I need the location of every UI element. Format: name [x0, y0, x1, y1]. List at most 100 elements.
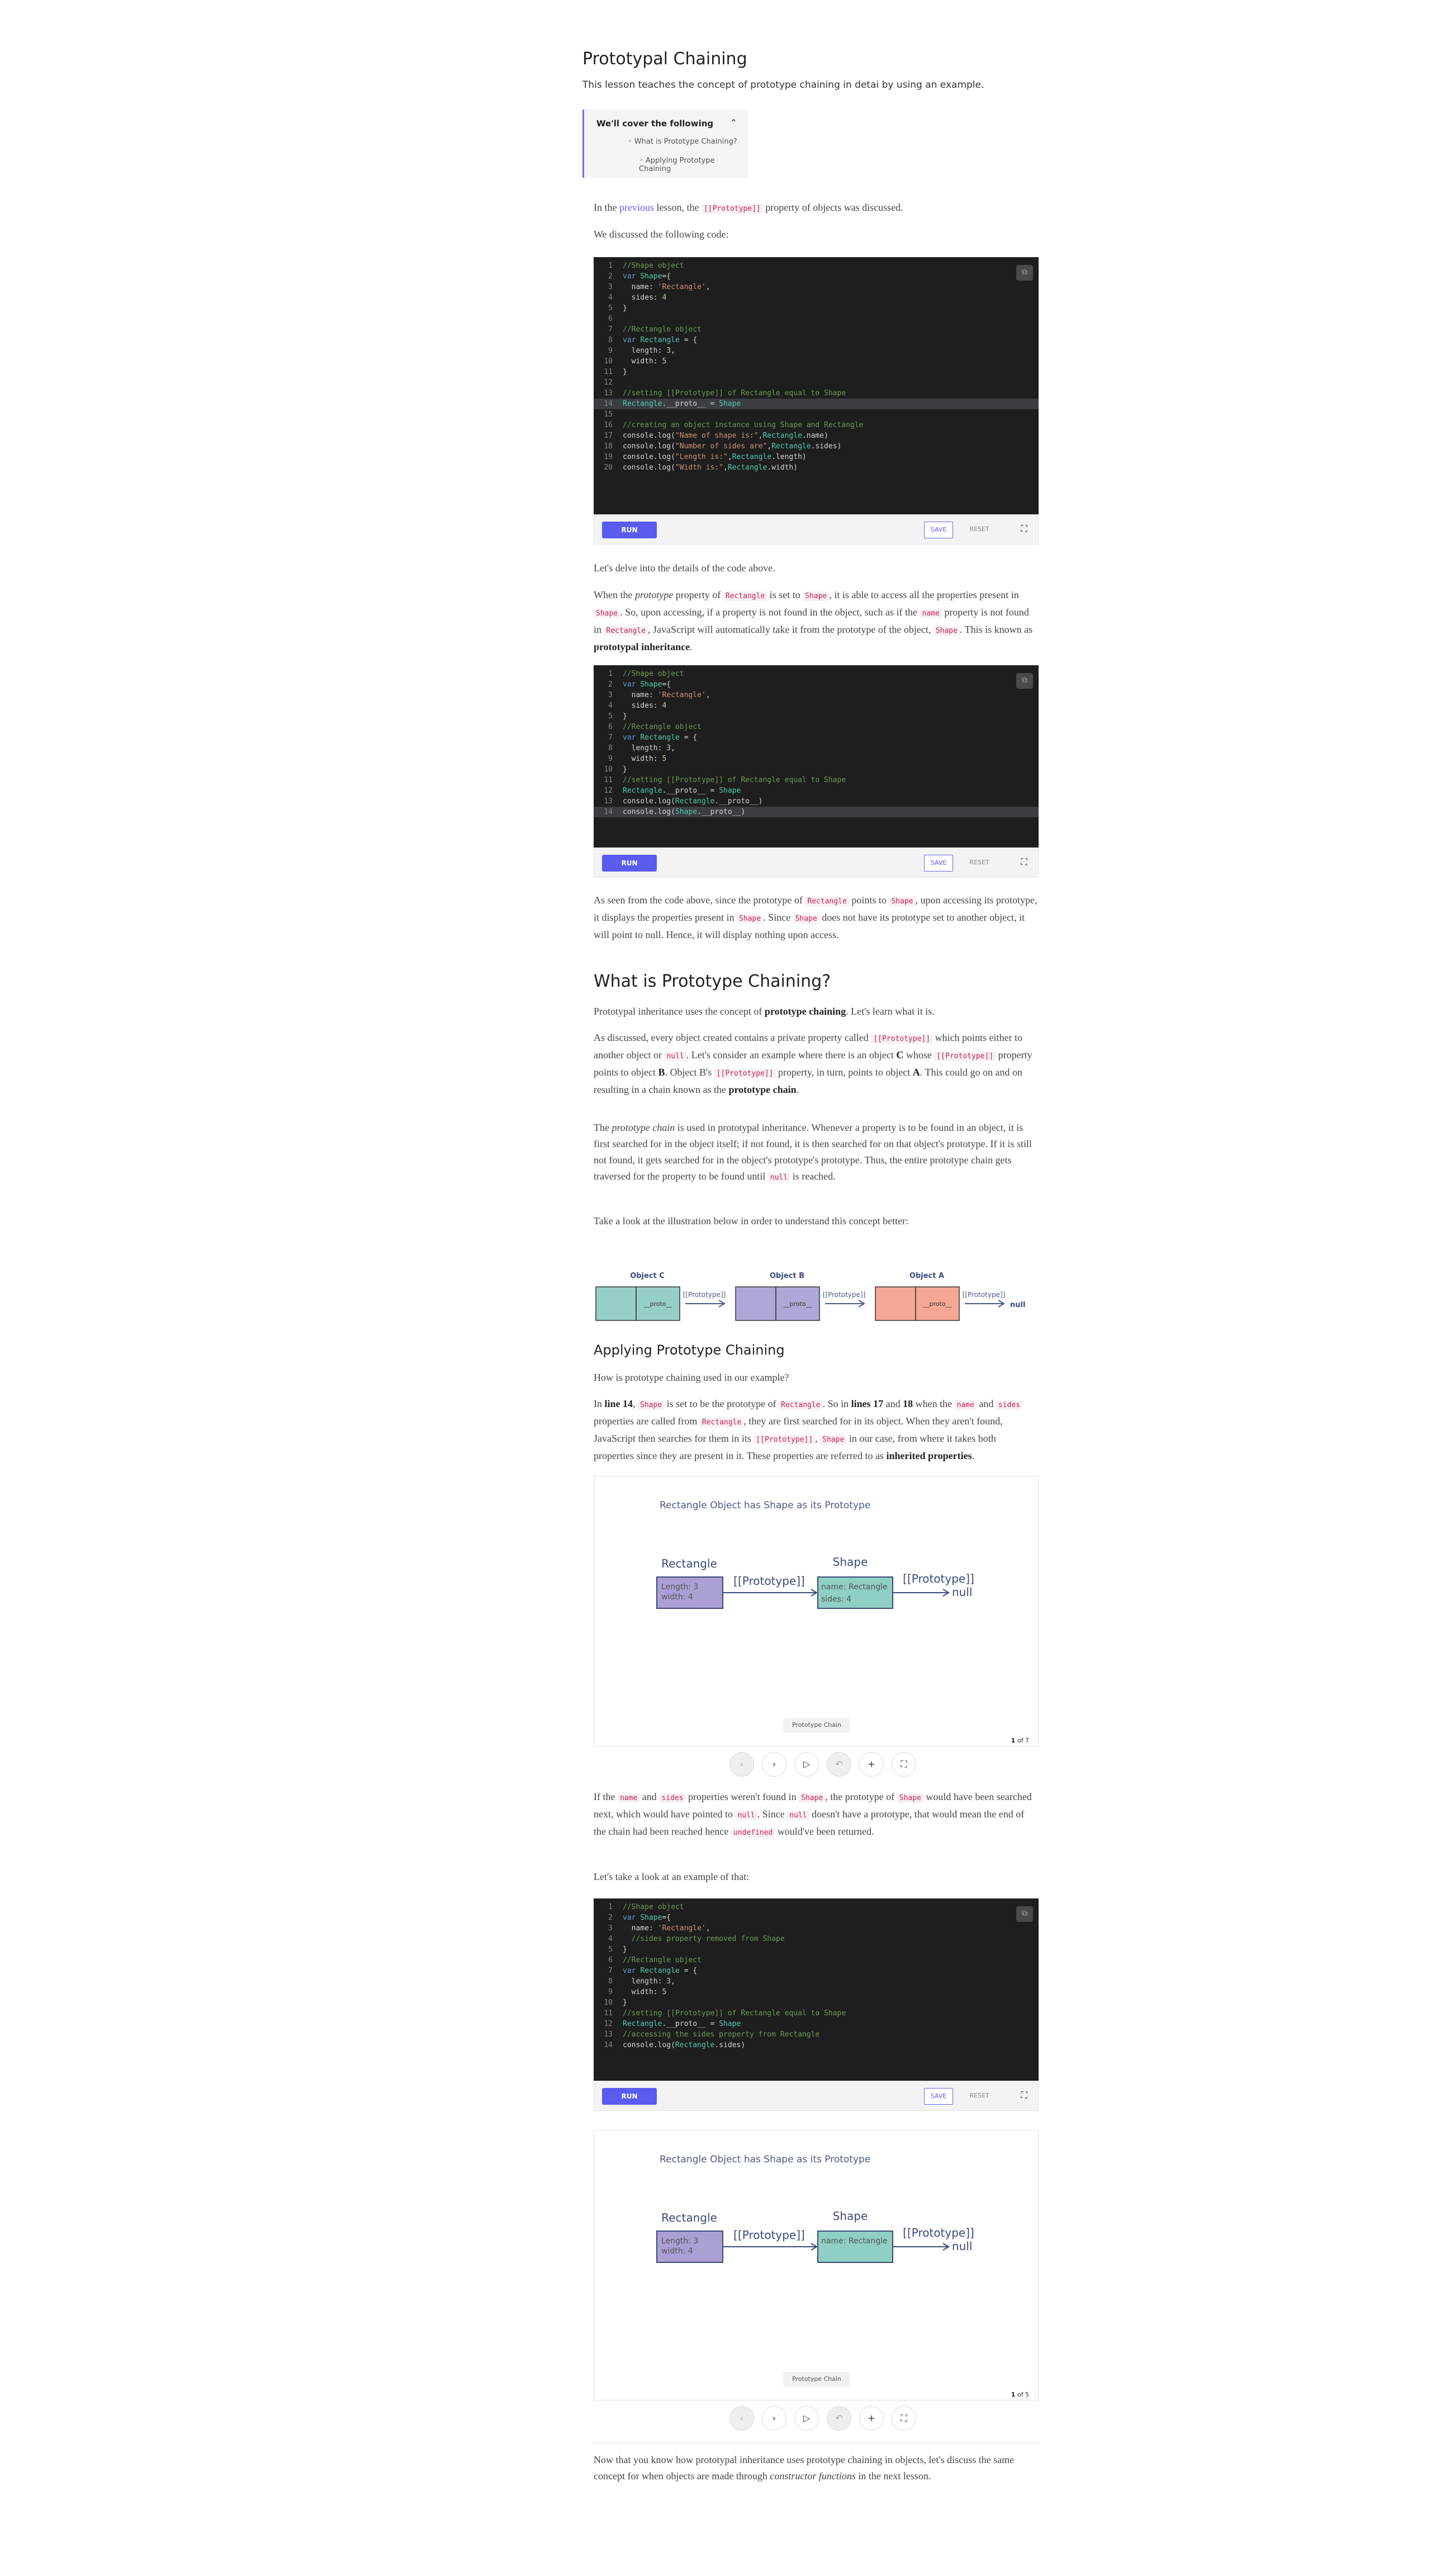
code-text[interactable]: //creating an object instance using Shap…	[623, 421, 863, 429]
play-icon[interactable]: ▷	[794, 1752, 819, 1777]
code-line[interactable]: 10}	[594, 764, 1039, 775]
code-line[interactable]: 11 //setting [[Prototype]] of Rectangle e…	[594, 2008, 1039, 2019]
toc-item[interactable]: ◦ What is Prototype Chaining?	[628, 138, 737, 146]
fullscreen-icon[interactable]: ⛶	[1018, 2089, 1030, 2101]
code-lines[interactable]: 1//Shape object 2 var Shape={3 name: 'Rect…	[594, 669, 1039, 817]
code-text[interactable]: //sides property removed from Shape	[623, 1935, 785, 1943]
play-icon[interactable]: ▷	[794, 2406, 819, 2431]
code-text[interactable]: }	[623, 368, 627, 376]
code-text[interactable]: length: 3,	[623, 1977, 675, 1986]
code-line[interactable]: 18 console.log("Number of sides are",Rect…	[594, 441, 1039, 452]
code-line[interactable]: 11}	[594, 367, 1039, 377]
code-text[interactable]: console.log(Rectangle.sides)	[623, 2041, 745, 2049]
code-line[interactable]: 3 name: 'Rectangle',	[594, 690, 1039, 700]
code-text[interactable]: }	[623, 1945, 627, 1954]
code-line[interactable]: 7 var Rectangle = {	[594, 732, 1039, 743]
undo-icon[interactable]: ↶	[827, 2406, 851, 2431]
fullscreen-icon[interactable]: ⛶	[1018, 523, 1030, 535]
code-text[interactable]: console.log("Name of shape is:",Rectangl…	[623, 432, 828, 440]
previous-icon[interactable]: ‹	[729, 1752, 754, 1777]
code-text[interactable]: width: 5	[623, 357, 667, 366]
code-line[interactable]: 8 length: 3,	[594, 743, 1039, 754]
code-text[interactable]: var Shape={	[623, 680, 671, 689]
code-text[interactable]: console.log(Rectangle.__proto__)	[623, 797, 762, 806]
code-lines[interactable]: 1//Shape object 2 var Shape={3 name: 'Rect…	[594, 261, 1039, 473]
code-line[interactable]: 4 sides: 4	[594, 700, 1039, 711]
code-text[interactable]: }	[623, 765, 627, 774]
code-line[interactable]: 10}	[594, 1997, 1039, 2008]
code-line[interactable]: 14 console.log(Shape.__proto__)	[594, 807, 1039, 817]
code-text[interactable]: //setting [[Prototype]] of Rectangle equ…	[623, 389, 846, 397]
code-text[interactable]: Rectangle.__proto__ = Shape	[623, 400, 741, 408]
code-line[interactable]: 15	[594, 409, 1039, 420]
code-text[interactable]: //setting [[Prototype]] of Rectangle equ…	[623, 2009, 846, 2018]
code-editor[interactable]: 1//Shape object 2 var Shape={3 name: 'Rect…	[594, 257, 1039, 514]
next-icon[interactable]: ›	[762, 2406, 786, 2431]
code-editor[interactable]: 1//Shape object 2 var Shape={3 name: 'Rect…	[594, 1898, 1039, 2081]
code-text[interactable]: //Shape object	[623, 1903, 684, 1911]
reset-button[interactable]: RESET	[960, 2088, 999, 2104]
code-text[interactable]: width: 5	[623, 755, 667, 763]
code-line[interactable]: 17 console.log("Name of shape is:",Rectan…	[594, 430, 1039, 441]
code-text[interactable]: var Rectangle = {	[623, 336, 697, 344]
code-text[interactable]: width: 5	[623, 1988, 667, 1996]
code-text[interactable]: name: 'Rectangle',	[623, 283, 710, 291]
copy-icon[interactable]: ⧉	[1016, 1906, 1033, 1922]
previous-icon[interactable]: ‹	[729, 2406, 754, 2431]
code-lines[interactable]: 1//Shape object 2 var Shape={3 name: 'Rect…	[594, 1902, 1039, 2051]
code-text[interactable]: sides: 4	[623, 702, 667, 710]
code-line[interactable]: 7 var Rectangle = {	[594, 1966, 1039, 1976]
code-line[interactable]: 9 width: 5	[594, 1987, 1039, 1997]
code-text[interactable]: }	[623, 712, 627, 721]
code-line[interactable]: 5}	[594, 303, 1039, 314]
code-line[interactable]: 3 name: 'Rectangle',	[594, 1923, 1039, 1934]
save-button[interactable]: SAVE	[924, 2088, 953, 2105]
code-line[interactable]: 5}	[594, 1944, 1039, 1955]
reset-button[interactable]: RESET	[960, 522, 999, 537]
code-text[interactable]: Rectangle.__proto__ = Shape	[623, 2020, 741, 2028]
code-line[interactable]: 9 length: 3,	[594, 345, 1039, 356]
fullscreen-icon[interactable]: ⛶	[1018, 856, 1030, 868]
code-text[interactable]: name: 'Rectangle',	[623, 1924, 710, 1933]
code-line[interactable]: 2 var Shape={	[594, 271, 1039, 282]
code-line[interactable]: 19 console.log("Length is:",Rectangle.len…	[594, 452, 1039, 462]
code-text[interactable]: //Shape object	[623, 262, 684, 270]
code-line[interactable]: 9 width: 5	[594, 754, 1039, 764]
copy-icon[interactable]: ⧉	[1016, 265, 1033, 281]
code-text[interactable]: //accessing the sides property from Rect…	[623, 2030, 819, 2039]
next-icon[interactable]: ›	[762, 1752, 786, 1777]
code-line[interactable]: 6 //Rectangle object	[594, 722, 1039, 732]
chevron-up-icon[interactable]: ⌃	[730, 117, 737, 128]
code-line[interactable]: 8 var Rectangle = {	[594, 335, 1039, 345]
code-text[interactable]: console.log(Shape.__proto__)	[623, 808, 745, 816]
previous-link[interactable]: previous	[619, 202, 654, 213]
code-line[interactable]: 11 //setting [[Prototype]] of Rectangle e…	[594, 775, 1039, 785]
code-text[interactable]: name: 'Rectangle',	[623, 691, 710, 699]
reset-button[interactable]: RESET	[960, 855, 999, 870]
fullscreen-icon[interactable]: ⛶	[892, 2406, 916, 2431]
code-line[interactable]: 2 var Shape={	[594, 679, 1039, 690]
code-line[interactable]: 12 Rectangle.__proto__ = Shape	[594, 2019, 1039, 2029]
code-line[interactable]: 13 console.log(Rectangle.__proto__)	[594, 796, 1039, 807]
code-line[interactable]: 13 //accessing the sides property from Re…	[594, 2029, 1039, 2040]
code-text[interactable]: length: 3,	[623, 744, 675, 752]
code-line[interactable]: 4 //sides property removed from Shape	[594, 1934, 1039, 1944]
code-text[interactable]: //Rectangle object	[623, 723, 702, 731]
code-text[interactable]: Rectangle.__proto__ = Shape	[623, 787, 741, 795]
code-text[interactable]: var Rectangle = {	[623, 1967, 697, 1975]
code-line[interactable]: 13 //setting [[Prototype]] of Rectangle e…	[594, 388, 1039, 399]
code-text[interactable]: //Shape object	[623, 670, 684, 678]
code-line[interactable]: 12	[594, 377, 1039, 388]
code-line[interactable]: 7 //Rectangle object	[594, 324, 1039, 335]
code-text[interactable]: console.log("Number of sides are",Rectan…	[623, 442, 841, 451]
toc-heading[interactable]: We'll cover the following	[596, 119, 713, 129]
code-line[interactable]: 14 console.log(Rectangle.sides)	[594, 2040, 1039, 2051]
code-line[interactable]: 5}	[594, 711, 1039, 722]
code-editor[interactable]: 1//Shape object 2 var Shape={3 name: 'Rect…	[594, 665, 1039, 847]
copy-icon[interactable]: ⧉	[1016, 673, 1033, 689]
code-text[interactable]: length: 3,	[623, 347, 675, 355]
code-line[interactable]: 10 width: 5	[594, 356, 1039, 367]
code-line[interactable]: 4 sides: 4	[594, 292, 1039, 303]
save-button[interactable]: SAVE	[924, 855, 953, 872]
code-text[interactable]: console.log("Length is:",Rectangle.lengt…	[623, 453, 807, 461]
